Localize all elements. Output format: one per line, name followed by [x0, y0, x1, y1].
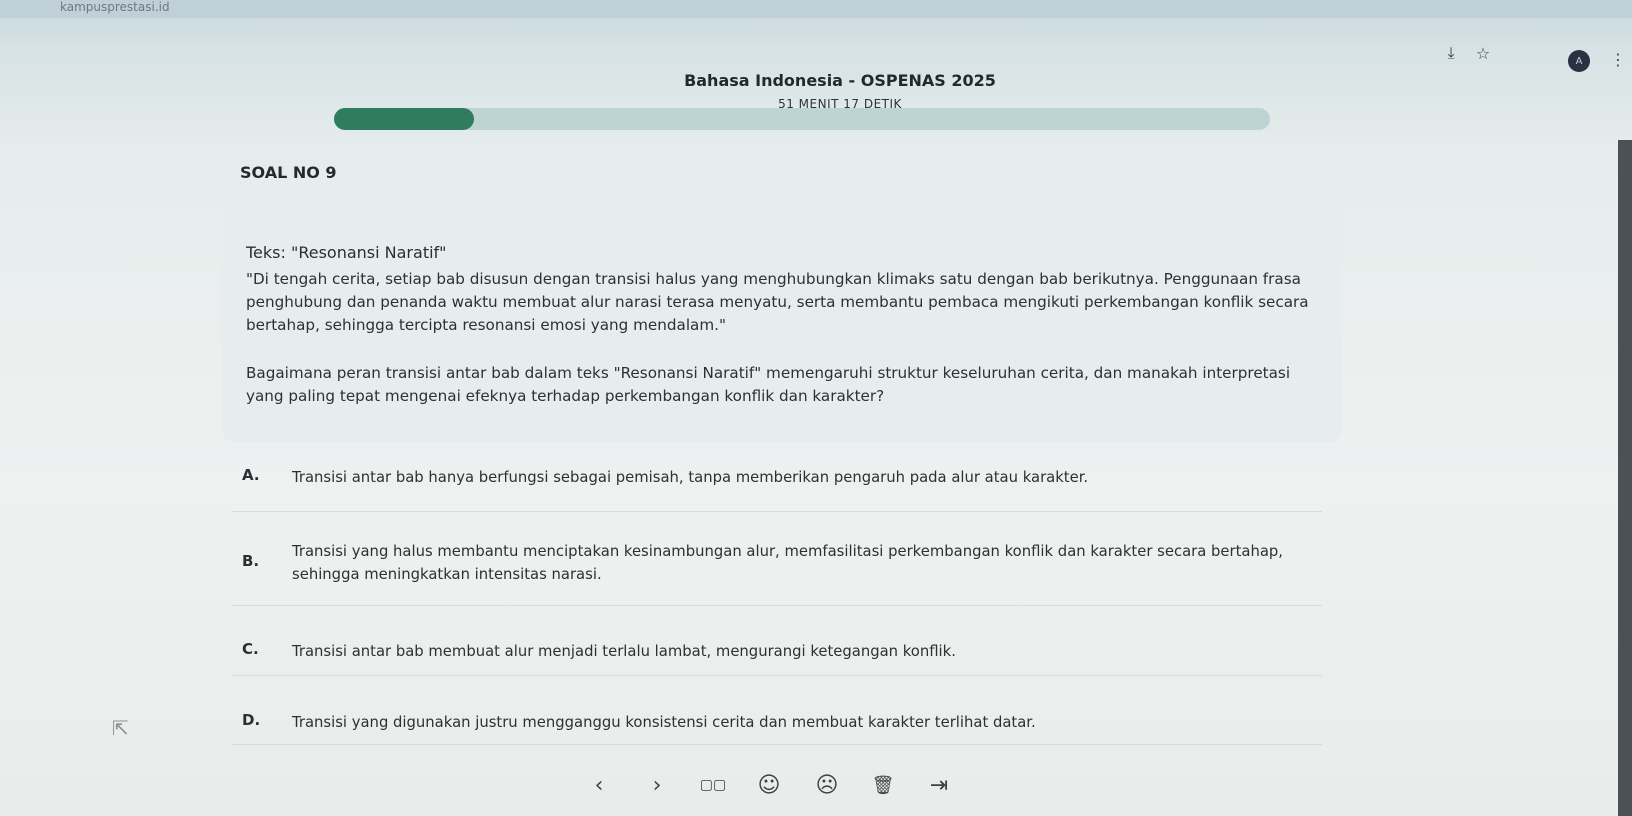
option-letter: C. — [242, 640, 259, 658]
option-letter: A. — [242, 466, 260, 484]
exam-title: Bahasa Indonesia - OSPENAS 2025 — [684, 71, 996, 90]
question-grid-button[interactable]: ▢▢ — [696, 768, 730, 802]
tab-title[interactable]: kampusprestasi.id — [60, 0, 170, 14]
monitor-edge — [1618, 140, 1632, 816]
more-menu-icon[interactable]: ⋮ — [1610, 50, 1626, 69]
submit-exam-icon[interactable]: ⇥ — [922, 768, 956, 802]
option-letter: D. — [242, 711, 261, 729]
option-c[interactable]: C. Transisi antar bab membuat alur menja… — [232, 640, 1322, 676]
progress-bar — [334, 108, 1270, 130]
option-text: Transisi antar bab hanya berfungsi sebag… — [292, 469, 1089, 486]
frown-icon[interactable]: ☹ — [810, 768, 844, 802]
question-passage: "Di tengah cerita, setiap bab disusun de… — [246, 270, 1309, 334]
progress-fill — [334, 108, 475, 130]
bookmark-star-icon[interactable]: ☆ — [1472, 42, 1494, 64]
option-text: Transisi yang halus membantu menciptakan… — [292, 543, 1283, 583]
mouse-cursor-icon: ⇱ — [112, 716, 129, 740]
option-d[interactable]: D. Transisi yang digunakan justru mengga… — [232, 711, 1322, 745]
prev-question-button[interactable]: ‹ — [582, 768, 616, 802]
delete-answer-icon[interactable]: 🗑 — [866, 768, 900, 802]
option-text: Transisi yang digunakan justru menggangg… — [292, 714, 1036, 731]
next-question-button[interactable]: › — [640, 768, 674, 802]
option-a[interactable]: A. Transisi antar bab hanya berfungsi se… — [232, 466, 1322, 512]
profile-avatar-icon[interactable]: A — [1568, 50, 1590, 72]
tab-strip: kampusprestasi.id — [0, 0, 1632, 18]
question-prompt: Bagaimana peran transisi antar bab dalam… — [246, 364, 1291, 405]
smile-icon[interactable]: ☺ — [752, 768, 786, 802]
install-app-icon[interactable]: ⤓ — [1440, 42, 1462, 64]
question-text-title: Teks: "Resonansi Naratif" — [246, 243, 447, 262]
option-b[interactable]: B. Transisi yang halus membantu mencipta… — [232, 540, 1322, 606]
option-text: Transisi antar bab membuat alur menjadi … — [292, 643, 956, 660]
option-letter: B. — [242, 552, 260, 570]
